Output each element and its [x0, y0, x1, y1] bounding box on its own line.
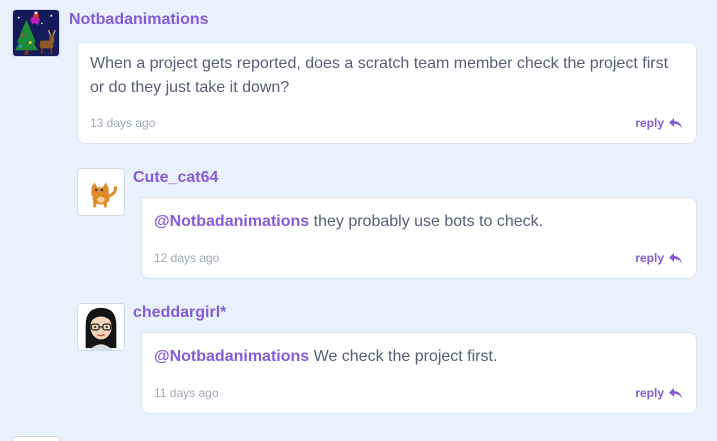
- reply-label: reply: [635, 386, 664, 400]
- christmas-tree-reindeer-icon: [13, 10, 59, 56]
- username-link[interactable]: cheddargirl*: [133, 304, 226, 322]
- girl-with-glasses-icon: [78, 304, 124, 350]
- reply-arrow-icon: [669, 252, 682, 263]
- reply-label: reply: [635, 251, 664, 265]
- comment-timestamp: 11 days ago: [154, 386, 219, 400]
- comment-text: When a project gets reported, does a scr…: [90, 52, 686, 100]
- reply-button[interactable]: reply: [635, 386, 682, 400]
- reply-button[interactable]: reply: [635, 251, 682, 265]
- comment-timestamp: 13 days ago: [90, 116, 156, 130]
- reply-label: reply: [635, 116, 664, 130]
- comment-bubble: When a project gets reported, does a scr…: [77, 42, 697, 144]
- username-link[interactable]: Cute_cat64: [133, 169, 218, 187]
- comment-body: they probably use bots to check.: [313, 213, 544, 230]
- comment-body: When a project gets reported, does a scr…: [90, 55, 669, 96]
- comment-text: @Notbadanimations We check the project f…: [154, 345, 684, 369]
- avatar[interactable]: [77, 303, 125, 351]
- comment-body: We check the project first.: [313, 348, 498, 365]
- next-avatar-partial: [12, 436, 61, 441]
- mention-link[interactable]: @Notbadanimations: [154, 348, 309, 365]
- avatar[interactable]: [12, 9, 60, 57]
- mention-link[interactable]: @Notbadanimations: [154, 213, 309, 230]
- reply-button[interactable]: reply: [635, 116, 682, 130]
- comment-bubble: @Notbadanimations they probably use bots…: [141, 197, 697, 279]
- reply-arrow-icon: [669, 387, 682, 398]
- comments-page: Notbadanimations When a project gets rep…: [0, 0, 717, 441]
- comment-timestamp: 12 days ago: [154, 251, 220, 265]
- orange-cat-icon: [78, 169, 124, 215]
- comment-bubble: @Notbadanimations We check the project f…: [141, 332, 697, 414]
- comment-text: @Notbadanimations they probably use bots…: [154, 210, 684, 234]
- username-link[interactable]: Notbadanimations: [69, 11, 209, 29]
- reply-arrow-icon: [669, 117, 682, 128]
- avatar[interactable]: [77, 168, 125, 216]
